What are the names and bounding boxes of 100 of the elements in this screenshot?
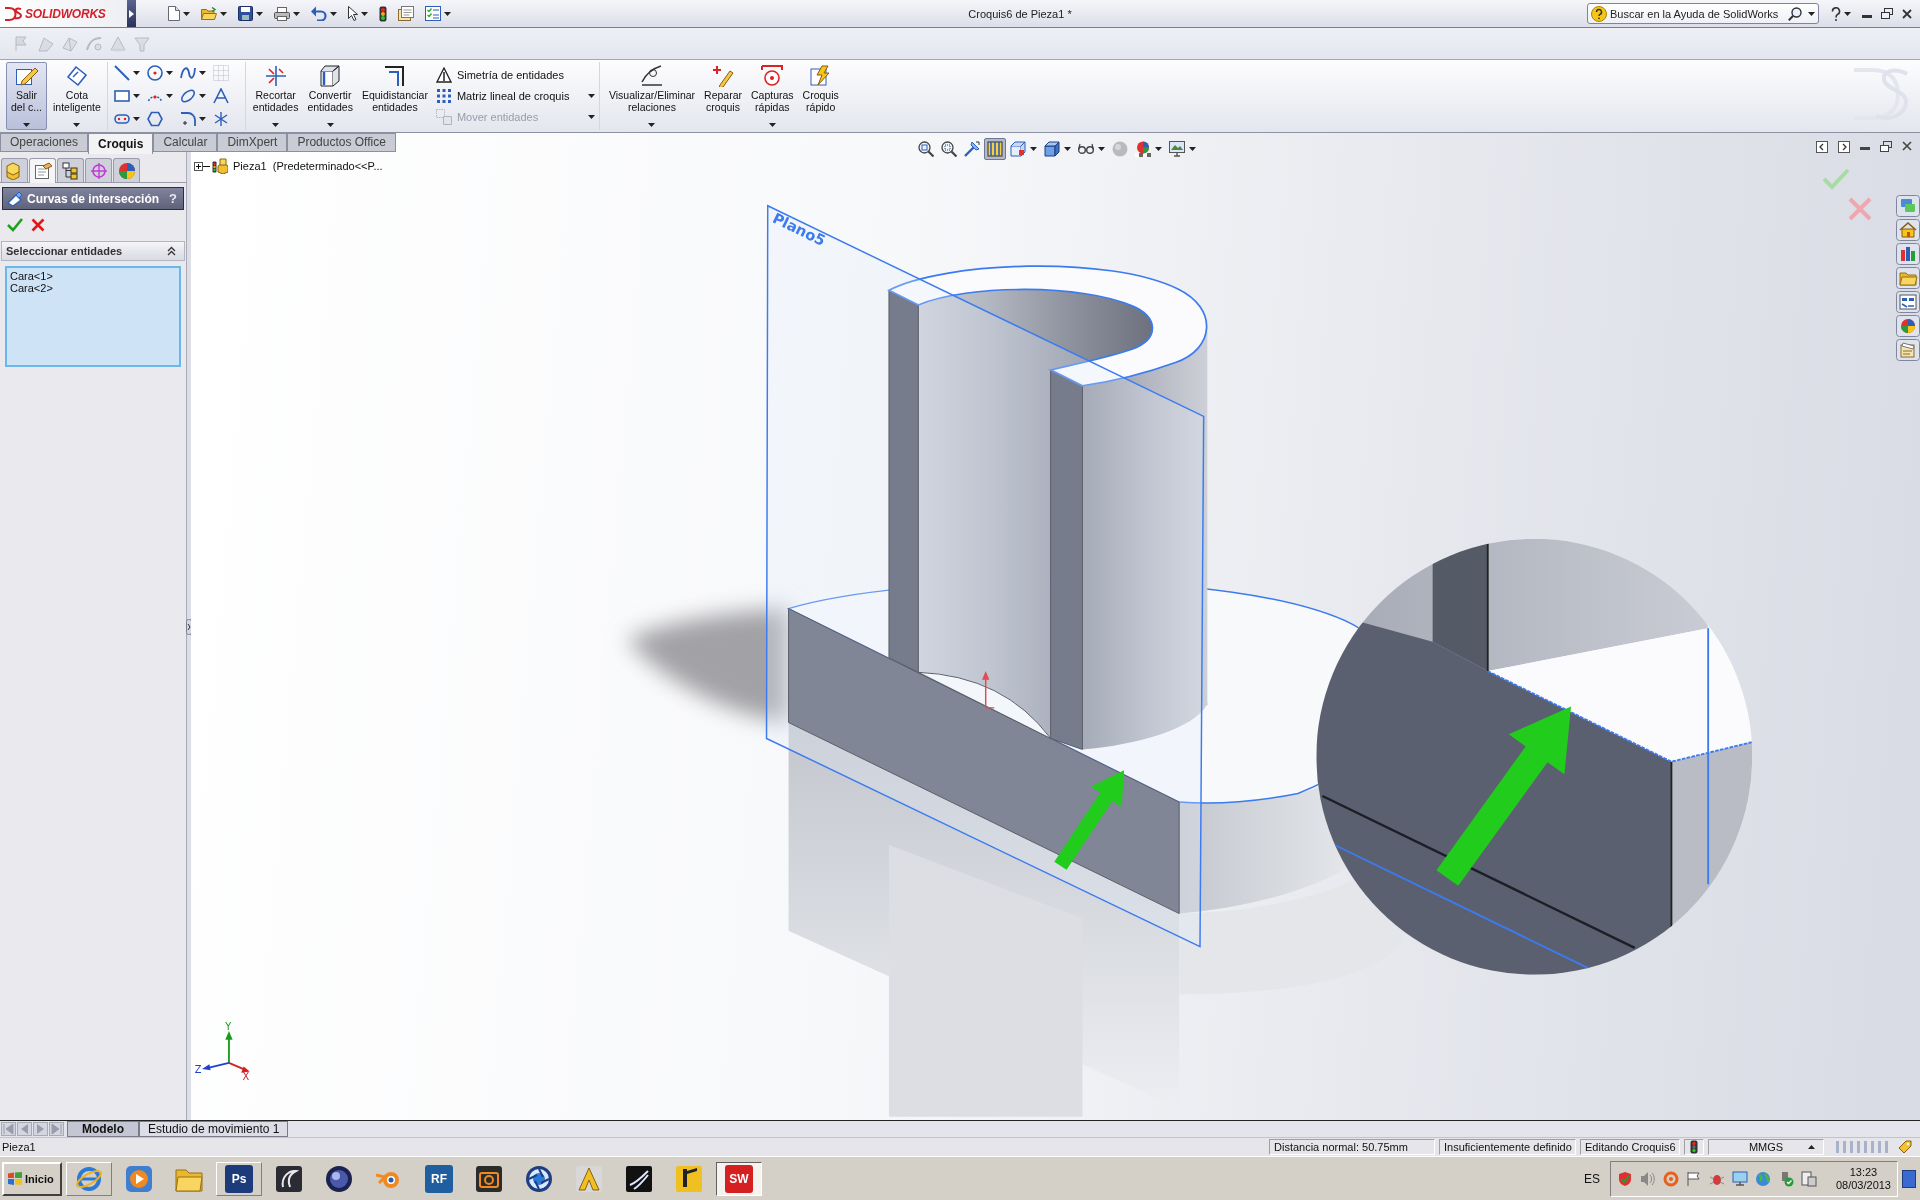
smart-dimension-button[interactable]: Cota inteligente (50, 62, 104, 130)
caret-icon[interactable] (183, 11, 190, 16)
checkmark-icon[interactable] (7, 218, 23, 232)
point-icon[interactable] (212, 111, 229, 127)
shield-icon[interactable] (1616, 1170, 1633, 1187)
caret-icon[interactable] (256, 11, 263, 16)
fillet-icon[interactable] (179, 111, 196, 127)
cursor-icon[interactable] (348, 6, 358, 21)
exit-sketch-button[interactable]: Salir del c... (6, 62, 47, 130)
list-item[interactable]: Cara<1> (10, 270, 176, 282)
restore-icon[interactable] (1881, 8, 1893, 19)
caret-icon[interactable] (165, 94, 173, 98)
close-icon[interactable] (1902, 8, 1912, 19)
folder-icon[interactable] (1896, 267, 1920, 289)
monitor-icon[interactable] (1731, 1170, 1748, 1187)
caret-icon[interactable] (1098, 147, 1105, 151)
tile-right-icon[interactable] (1838, 141, 1850, 153)
view-tool-button[interactable] (938, 138, 960, 160)
double-chevron-icon[interactable] (167, 246, 176, 256)
close-icon[interactable] (1902, 141, 1912, 151)
panel-tab[interactable] (29, 158, 56, 183)
group-header[interactable]: Seleccionar entidades (1, 241, 185, 261)
caret-icon[interactable] (1064, 147, 1071, 151)
tree-item[interactable]: Pieza1 (Predeterminado<<P... (233, 160, 383, 172)
tab[interactable]: Croquis (88, 133, 154, 154)
new-file-icon[interactable] (168, 6, 180, 21)
caret-icon[interactable] (220, 11, 227, 16)
caret-icon[interactable] (361, 11, 368, 16)
view-tool-button[interactable] (1007, 138, 1029, 160)
taskbar-button[interactable]: SW (716, 1161, 762, 1196)
taskbar-button[interactable]: Ps (216, 1161, 262, 1196)
help-search-field[interactable]: Buscar en la Ayuda de SolidWorks (1587, 3, 1819, 24)
relations-button[interactable]: Visualizar/Eliminar relaciones (605, 62, 699, 130)
caret-icon[interactable] (1155, 147, 1162, 151)
panel-tab[interactable] (85, 158, 112, 182)
caret-icon[interactable] (198, 71, 206, 75)
caret-icon[interactable] (23, 123, 30, 127)
options-icon[interactable] (398, 6, 414, 21)
caret-icon[interactable] (648, 123, 656, 127)
panel-tab[interactable] (113, 158, 140, 182)
tab[interactable]: DimXpert (217, 133, 288, 152)
slot-icon[interactable] (113, 111, 130, 127)
tab[interactable]: Productos Office (287, 133, 396, 152)
clock-time[interactable]: 13:23 (1849, 1165, 1878, 1179)
list-item[interactable]: Cara<2> (10, 282, 176, 294)
device-icon[interactable] (1800, 1170, 1817, 1187)
mirror-button[interactable]: Simetría de entidades (435, 67, 564, 83)
caret-icon[interactable] (587, 94, 595, 98)
undo-icon[interactable] (311, 6, 327, 21)
caret-icon[interactable] (1844, 11, 1851, 16)
caret-icon[interactable] (1808, 11, 1815, 16)
tab[interactable]: Modelo (67, 1121, 139, 1137)
cross-icon[interactable] (31, 218, 45, 232)
view-tool-button[interactable] (984, 138, 1006, 160)
view-tool-button[interactable] (1166, 138, 1188, 160)
ellipse-icon[interactable] (179, 88, 196, 104)
caret-icon[interactable] (444, 11, 451, 16)
desktop-icon[interactable] (1902, 1169, 1916, 1188)
flag-icon[interactable] (1685, 1170, 1702, 1187)
rectangle-icon[interactable] (113, 88, 130, 104)
help-button[interactable]: ? (167, 191, 179, 206)
help-icon[interactable] (1831, 6, 1841, 21)
reference-plane[interactable] (765, 204, 1205, 948)
view-tool-button[interactable] (1041, 138, 1063, 160)
restore-icon[interactable] (1880, 141, 1892, 152)
rapid-sketch-button[interactable]: Croquis rápido (799, 62, 842, 130)
caret-icon[interactable] (326, 123, 334, 127)
caret-icon[interactable] (1189, 147, 1196, 151)
start-button[interactable]: Inicio (2, 1161, 62, 1196)
menu-arrow-icon[interactable] (129, 9, 134, 18)
pattern-button[interactable]: Matriz lineal de croquis (435, 88, 570, 104)
spline-icon[interactable] (179, 65, 196, 81)
language-indicator[interactable]: ES (1583, 1171, 1600, 1186)
polygon-icon[interactable] (146, 111, 163, 127)
text-tool-icon[interactable] (212, 88, 229, 104)
view-tool-button[interactable] (915, 138, 937, 160)
caret-icon[interactable] (165, 71, 173, 75)
caret-icon[interactable] (132, 71, 140, 75)
selection-list[interactable]: Cara<1> Cara<2> (5, 266, 181, 367)
view-palette-icon[interactable] (1896, 291, 1920, 313)
tab[interactable]: Operaciones (0, 133, 89, 152)
tab[interactable]: Calcular (153, 133, 218, 152)
folder-icon[interactable] (201, 7, 217, 20)
quick-snaps-button[interactable]: Capturas rápidas (748, 62, 797, 130)
line-icon[interactable] (113, 65, 130, 81)
caret-icon[interactable] (198, 94, 206, 98)
expand-icon[interactable] (194, 161, 210, 171)
caret-icon[interactable] (1030, 147, 1037, 151)
printer-icon[interactable] (274, 6, 290, 21)
caret-icon[interactable] (272, 123, 280, 127)
tab[interactable]: Estudio de movimiento 1 (139, 1121, 289, 1137)
clock-date[interactable]: 08/03/2013 (1835, 1178, 1891, 1192)
home-icon[interactable] (1896, 219, 1920, 241)
caret-icon[interactable] (73, 123, 81, 127)
caret-icon[interactable] (293, 11, 300, 16)
convert-button[interactable]: Convertir entidades (304, 62, 356, 130)
trim-button[interactable]: Recortar entidades (249, 62, 302, 130)
panel-tab[interactable] (57, 158, 84, 182)
chat-bubbles-icon[interactable] (1896, 195, 1920, 217)
tag-icon[interactable] (1898, 1140, 1912, 1154)
